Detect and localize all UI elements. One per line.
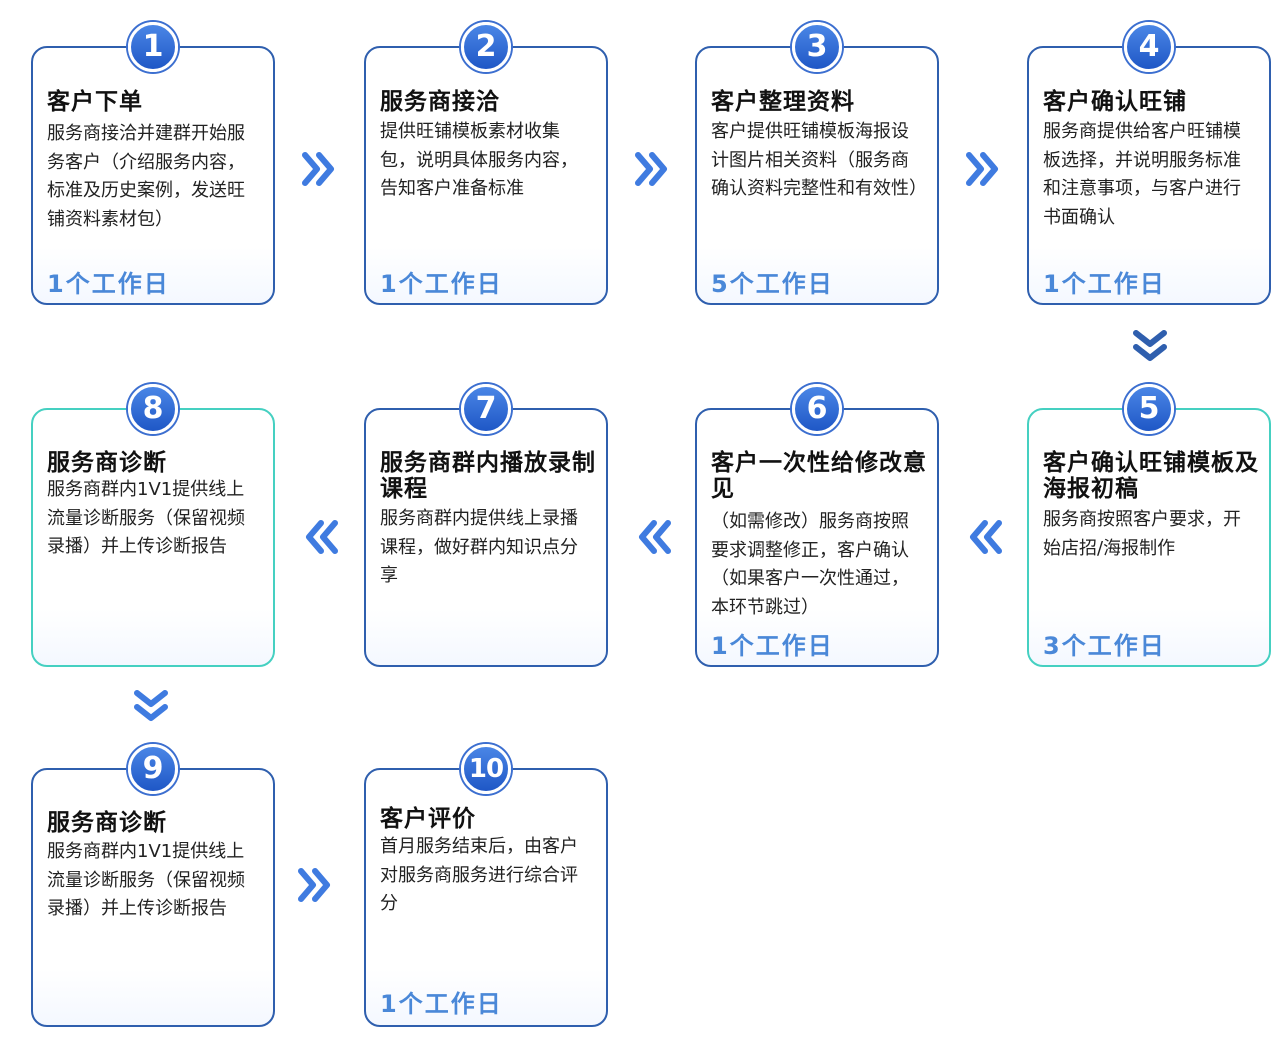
step-title: 服务商诊断	[47, 450, 167, 476]
step-number-badge: 5	[1124, 384, 1174, 434]
step-title: 客户评价	[380, 806, 476, 832]
step-number-badge: 7	[461, 384, 511, 434]
step-number-badge: 1	[128, 22, 178, 72]
step-number-badge: 6	[792, 384, 842, 434]
double-chevron-left-icon	[970, 520, 1002, 554]
double-chevron-left-icon	[639, 520, 671, 554]
step-card-10: 10 客户评价 首月服务结束后，由客户对服务商服务进行综合评分 1个工作日	[364, 744, 608, 1027]
step-number-badge: 4	[1124, 22, 1174, 72]
step-title: 服务商群内播放录制课程	[380, 450, 596, 502]
step-duration: 1个工作日	[47, 270, 170, 298]
step-duration: 1个工作日	[380, 270, 503, 298]
step-card-8: 8 服务商诊断 服务商群内1V1提供线上流量诊断服务（保留视频录播）并上传诊断报…	[31, 384, 275, 667]
step-title: 客户确认旺铺	[1043, 89, 1187, 115]
step-title: 服务商接洽	[380, 89, 500, 115]
step-title: 客户一次性给修改意见	[711, 450, 927, 502]
step-card-2: 2 服务商接洽 提供旺铺模板素材收集包，说明具体服务内容，告知客户准备标准 1个…	[364, 22, 608, 305]
step-number-badge: 10	[461, 744, 511, 794]
double-chevron-left-icon	[306, 520, 338, 554]
step-card-9: 9 服务商诊断 服务商群内1V1提供线上流量诊断服务（保留视频录播）并上传诊断报…	[31, 744, 275, 1027]
step-description: 提供旺铺模板素材收集包，说明具体服务内容，告知客户准备标准	[380, 121, 578, 199]
step-card-3: 3 客户整理资料 客户提供旺铺模板海报设计图片相关资料（服务商确认资料完整性和有…	[695, 22, 939, 305]
step-description: 服务商群内提供线上录播课程，做好群内知识点分享	[380, 508, 578, 586]
step-number-badge: 8	[128, 384, 178, 434]
double-chevron-right-icon	[966, 152, 998, 186]
step-number-badge: 9	[128, 744, 178, 794]
step-card-7: 7 服务商群内播放录制课程 服务商群内提供线上录播课程，做好群内知识点分享	[364, 384, 608, 667]
step-description: 服务商群内1V1提供线上流量诊断服务（保留视频录播）并上传诊断报告	[47, 841, 245, 919]
step-description: 服务商按照客户要求，开始店招/海报制作	[1043, 509, 1241, 559]
step-card-4: 4 客户确认旺铺 服务商提供给客户旺铺模板选择，并说明服务标准和注意事项，与客户…	[1027, 22, 1271, 305]
step-duration: 5个工作日	[711, 270, 834, 298]
double-chevron-right-icon	[635, 152, 667, 186]
step-card-6: 6 客户一次性给修改意见 （如需修改）服务商按照要求调整修正，客户确认（如果客户…	[695, 384, 939, 667]
step-title: 服务商诊断	[47, 810, 167, 836]
double-chevron-down-icon	[1133, 330, 1167, 361]
step-description: （如需修改）服务商按照要求调整修正，客户确认（如果客户一次性通过，本环节跳过）	[711, 511, 909, 618]
double-chevron-down-icon	[134, 690, 168, 721]
step-duration: 1个工作日	[1043, 270, 1166, 298]
step-number-badge: 3	[792, 22, 842, 72]
step-card-5: 5 客户确认旺铺模板及海报初稿 服务商按照客户要求，开始店招/海报制作 3个工作…	[1027, 384, 1271, 667]
step-number-badge: 2	[461, 22, 511, 72]
step-description: 服务商接洽并建群开始服务客户（介绍服务内容，标准及历史案例，发送旺铺资料素材包）	[47, 123, 245, 230]
step-description: 服务商群内1V1提供线上流量诊断服务（保留视频录播）并上传诊断报告	[47, 479, 245, 557]
step-description: 服务商提供给客户旺铺模板选择，并说明服务标准和注意事项，与客户进行书面确认	[1043, 121, 1241, 228]
step-title: 客户下单	[47, 89, 143, 115]
step-description: 客户提供旺铺模板海报设计图片相关资料（服务商确认资料完整性和有效性）	[711, 121, 927, 199]
step-duration: 1个工作日	[711, 632, 834, 660]
step-duration: 3个工作日	[1043, 632, 1166, 660]
step-title: 客户整理资料	[711, 89, 855, 115]
step-description: 首月服务结束后，由客户对服务商服务进行综合评分	[380, 836, 578, 914]
step-title: 客户确认旺铺模板及海报初稿	[1043, 450, 1259, 502]
double-chevron-right-icon	[298, 868, 330, 902]
double-chevron-right-icon	[302, 152, 334, 186]
step-duration: 1个工作日	[380, 990, 503, 1018]
step-card-1: 1 客户下单 服务商接洽并建群开始服务客户（介绍服务内容，标准及历史案例，发送旺…	[31, 22, 275, 305]
